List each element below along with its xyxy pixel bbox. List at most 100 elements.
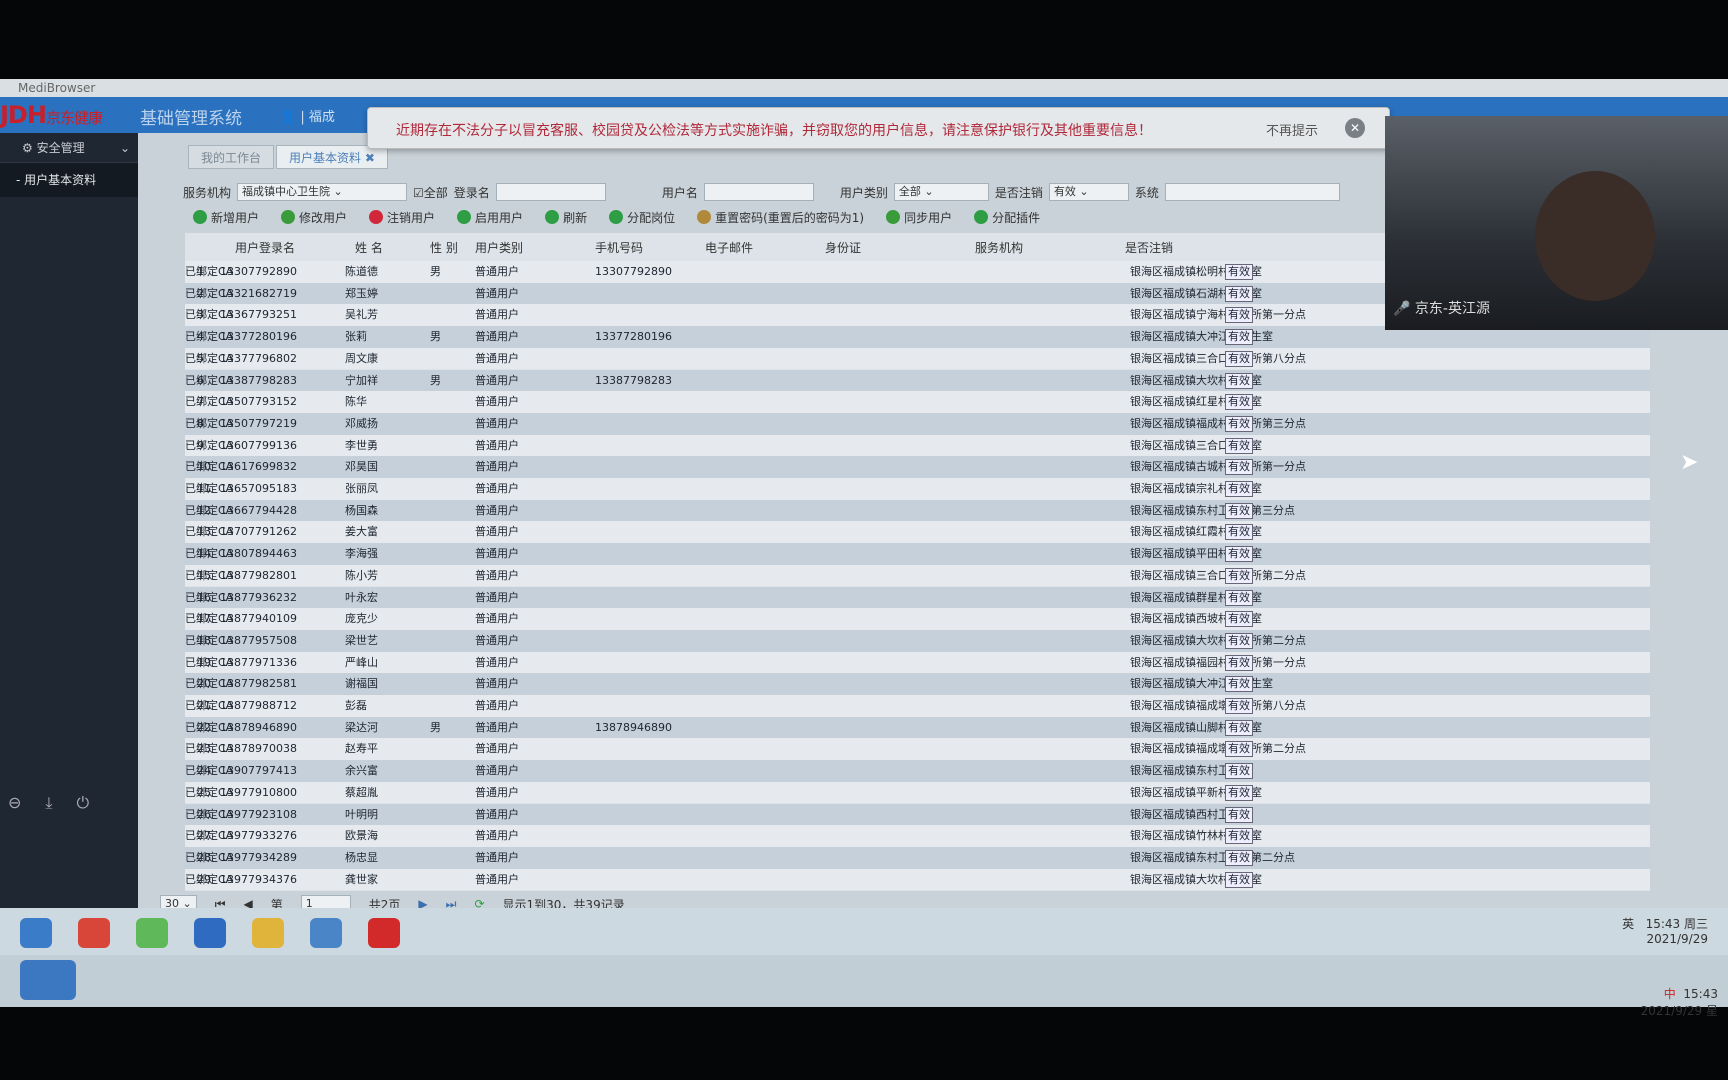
browser-icon[interactable]	[136, 918, 168, 948]
column-header[interactable]: 手机号码	[595, 239, 643, 256]
table-row[interactable]: 16 13877936232 叶永宏 普通用户 银海区福成镇群星村卫生室 有效 已绑定CA	[185, 586, 1650, 609]
ca-binding[interactable]: 有效	[1225, 871, 1253, 888]
toolbar-button-5[interactable]: 分配岗位	[609, 209, 675, 226]
remote-desktop-icon[interactable]	[310, 918, 342, 948]
table-row[interactable]: 24 13907797413 余兴富 普通用户 银海区福成镇东村卫生室 有效 已绑定CA	[185, 760, 1650, 782]
toolbar-button-2[interactable]: 注销用户	[369, 209, 435, 226]
ca-binding[interactable]: 有效	[1225, 307, 1253, 324]
table-row[interactable]: 10 13617699832 邓昊国 普通用户 银海区福成镇古城村卫生所第一分点 有效 已绑…	[185, 456, 1650, 478]
cancel-select[interactable]: 有效 ⌄	[1048, 183, 1129, 201]
table-row[interactable]: 22 13878946890 梁达河男普通用户 13878946890 银海区福成镇山脚…	[185, 716, 1650, 739]
medibrowser-icon[interactable]	[368, 918, 400, 948]
table-row[interactable]: 26 13977923108 叶明明 普通用户 银海区福成镇西村卫生室 有效 已绑定CA	[185, 803, 1650, 826]
tab-workbench[interactable]: 我的工作台	[188, 145, 275, 169]
login-input[interactable]	[495, 183, 606, 201]
toolbar-button-7[interactable]: 同步用户	[886, 209, 952, 226]
ca-binding[interactable]: 有效	[1225, 459, 1253, 476]
tab-bar: 我的工作台 用户基本资料 ✖	[188, 145, 388, 169]
column-header[interactable]: 用户类别	[475, 239, 523, 256]
table-row[interactable]: 19 13877971336 严峰山 普通用户 银海区福成镇福园村卫生所第一分点 有效 已绑…	[185, 651, 1650, 674]
column-header[interactable]: 电子邮件	[705, 239, 753, 256]
ca-binding[interactable]: 有效	[1225, 719, 1253, 736]
chat-icon[interactable]: ⊖	[8, 793, 21, 813]
mail-icon[interactable]	[194, 918, 226, 948]
ca-binding[interactable]: 有效	[1225, 524, 1253, 541]
ca-binding[interactable]: 有效	[1225, 394, 1253, 411]
ca-binding[interactable]: 有效	[1225, 415, 1253, 432]
toolbar-button-0[interactable]: 新增用户	[193, 209, 259, 226]
ca-binding[interactable]: 有效	[1225, 329, 1253, 346]
dont-show-again-link[interactable]: 不再提示	[1266, 120, 1318, 139]
column-header[interactable]: 用户登录名	[235, 239, 295, 256]
toolbar-button-3[interactable]: 启用用户	[457, 209, 523, 226]
table-row[interactable]: 29 13977934376 龚世家 普通用户 银海区福成镇大坎村卫生室 有效 已绑定CA	[185, 868, 1650, 891]
ca-binding[interactable]: 有效	[1225, 698, 1253, 714]
ca-binding[interactable]: 有效	[1225, 285, 1253, 302]
ime-indicator-host[interactable]: 中	[1664, 987, 1676, 1001]
column-header[interactable]: 身份证	[825, 239, 861, 256]
table-row[interactable]: 18 13877957508 梁世艺 普通用户 银海区福成镇大坎村卫生所第二分点 有效 已绑…	[185, 629, 1650, 652]
user-menu[interactable]: 👤 | 福成	[280, 106, 335, 125]
ca-binding[interactable]: 有效	[1225, 784, 1253, 801]
folder-icon[interactable]	[252, 918, 284, 948]
table-row[interactable]: 17 13877940109 庞克少 普通用户 银海区福成镇西坡村卫生室 有效 已绑定CA	[185, 608, 1650, 630]
table-row[interactable]: 23 13878970038 赵寿平 普通用户 银海区福成镇福成墩卫生所第二分点 有效 已绑…	[185, 738, 1650, 761]
table-row[interactable]: 14 13807894463 李海强 普通用户 银海区福成镇平田村卫生室 有效 已绑定CA	[185, 543, 1650, 565]
table-row[interactable]: 25 13977910800 蔡超胤 普通用户 银海区福成镇平新村卫生室 有效 已绑定CA	[185, 781, 1650, 804]
table-row[interactable]: 21 13877988712 彭磊 普通用户 银海区福成镇福成墩卫生所第八分点 有效 已绑定…	[185, 695, 1650, 717]
toolbar-button-4[interactable]: 刷新	[545, 209, 587, 226]
toolbar-button-6[interactable]: 重置密码(重置后的密码为1)	[697, 209, 864, 226]
table-row[interactable]: 5 13377796802 周文康 普通用户 银海区福成镇三合口卫生所第八分点 有效 已绑定…	[185, 347, 1650, 370]
ca-binding[interactable]: 有效	[1225, 350, 1253, 367]
user-type: 普通用户	[475, 460, 519, 474]
table-row[interactable]: 13 13707791262 姜大富 普通用户 银海区福成镇红霞村卫生室 有效 已绑定CA	[185, 521, 1650, 544]
ca-binding[interactable]: 有效	[1225, 546, 1253, 563]
ca-binding[interactable]: 有效	[1225, 632, 1253, 649]
power-icon[interactable]: ⏻	[76, 793, 89, 813]
ca-binding[interactable]: 有效	[1225, 589, 1253, 606]
close-icon[interactable]: ✕	[1345, 118, 1365, 138]
ca-binding[interactable]: 有效	[1225, 481, 1253, 497]
table-row[interactable]: 7 13507793152 陈华 普通用户 银海区福成镇红星村卫生室 有效 已绑定CA	[185, 391, 1650, 413]
column-header[interactable]: 服务机构	[975, 239, 1023, 256]
column-header[interactable]: 性 别	[430, 239, 458, 256]
ca-binding[interactable]: 有效	[1225, 567, 1253, 584]
ca-binding[interactable]: 有效	[1225, 502, 1253, 519]
cloud-app-icon[interactable]	[20, 960, 76, 1000]
ca-binding[interactable]: 有效	[1225, 372, 1253, 389]
ca-binding[interactable]: 有效	[1225, 264, 1253, 280]
ime-indicator[interactable]: 英	[1622, 917, 1634, 931]
ca-binding[interactable]: 有效	[1225, 806, 1253, 823]
ca-binding[interactable]: 有效	[1225, 763, 1253, 780]
table-row[interactable]: 28 13977934289 杨忠显 普通用户 银海区福成镇东村卫生所第二分点 有效 已绑定…	[185, 846, 1650, 869]
column-header[interactable]: 姓 名	[355, 239, 383, 256]
table-row[interactable]: 6 13387798283 宁加祥男普通用户 13387798283 银海区福成镇大坎村…	[185, 369, 1650, 392]
ca-binding[interactable]: 有效	[1225, 611, 1253, 628]
ca-binding[interactable]: 有效	[1225, 741, 1253, 758]
toolbar-button-8[interactable]: 分配插件	[974, 209, 1040, 226]
table-row[interactable]: 9 13607799136 李世勇 普通用户 银海区福成镇三合口卫生室 有效 已绑定CA	[185, 434, 1650, 457]
edge-icon[interactable]	[20, 918, 52, 948]
download-icon[interactable]: ⤓	[45, 793, 52, 813]
ca-binding[interactable]: 有效	[1225, 828, 1253, 845]
toolbar-button-1[interactable]: 修改用户	[281, 209, 347, 226]
table-row[interactable]: 12 13667794428 杨国森 普通用户 银海区福成镇东村卫生所第三分点 有效 已绑定…	[185, 499, 1650, 522]
chrome-icon[interactable]	[78, 918, 110, 948]
table-row[interactable]: 8 13507797219 邓威扬 普通用户 银海区福成镇福成村卫生所第三分点 有效 已绑定…	[185, 412, 1650, 435]
ca-binding[interactable]: 有效	[1225, 676, 1253, 693]
table-row[interactable]: 27 13977933276 欧景海 普通用户 银海区福成镇竹林村卫生室 有效 已绑定CA	[185, 825, 1650, 847]
sidebar-item-user-profile[interactable]: - 用户基本资料	[0, 163, 138, 197]
table-row[interactable]: 20 13877982581 谢福国 普通用户 银海区福成镇大冲江村卫生室 有效 已绑定CA	[185, 673, 1650, 695]
ca-binding[interactable]: 有效	[1225, 849, 1253, 866]
all-checkbox[interactable]: ☑全部	[413, 184, 448, 201]
table-row[interactable]: 11 13657095183 张丽凤 普通用户 银海区福成镇宗礼村卫生室 有效 已绑定CA	[185, 478, 1650, 500]
ca-binding[interactable]: 有效	[1225, 437, 1253, 454]
type-select[interactable]: 全部 ⌄	[893, 183, 989, 201]
system-select[interactable]	[1164, 183, 1340, 201]
org-select[interactable]: 福成镇中心卫生院 ⌄	[237, 183, 408, 201]
column-header[interactable]: 是否注销	[1125, 239, 1173, 256]
sidebar-group-security[interactable]: ⚙ 安全管理 ⌄	[0, 133, 138, 163]
ca-binding[interactable]: 有效	[1225, 654, 1253, 671]
username-input[interactable]	[703, 183, 814, 201]
table-row[interactable]: 15 13877982801 陈小芳 普通用户 银海区福成镇三合口卫生所第二分点 有效 已绑…	[185, 564, 1650, 587]
